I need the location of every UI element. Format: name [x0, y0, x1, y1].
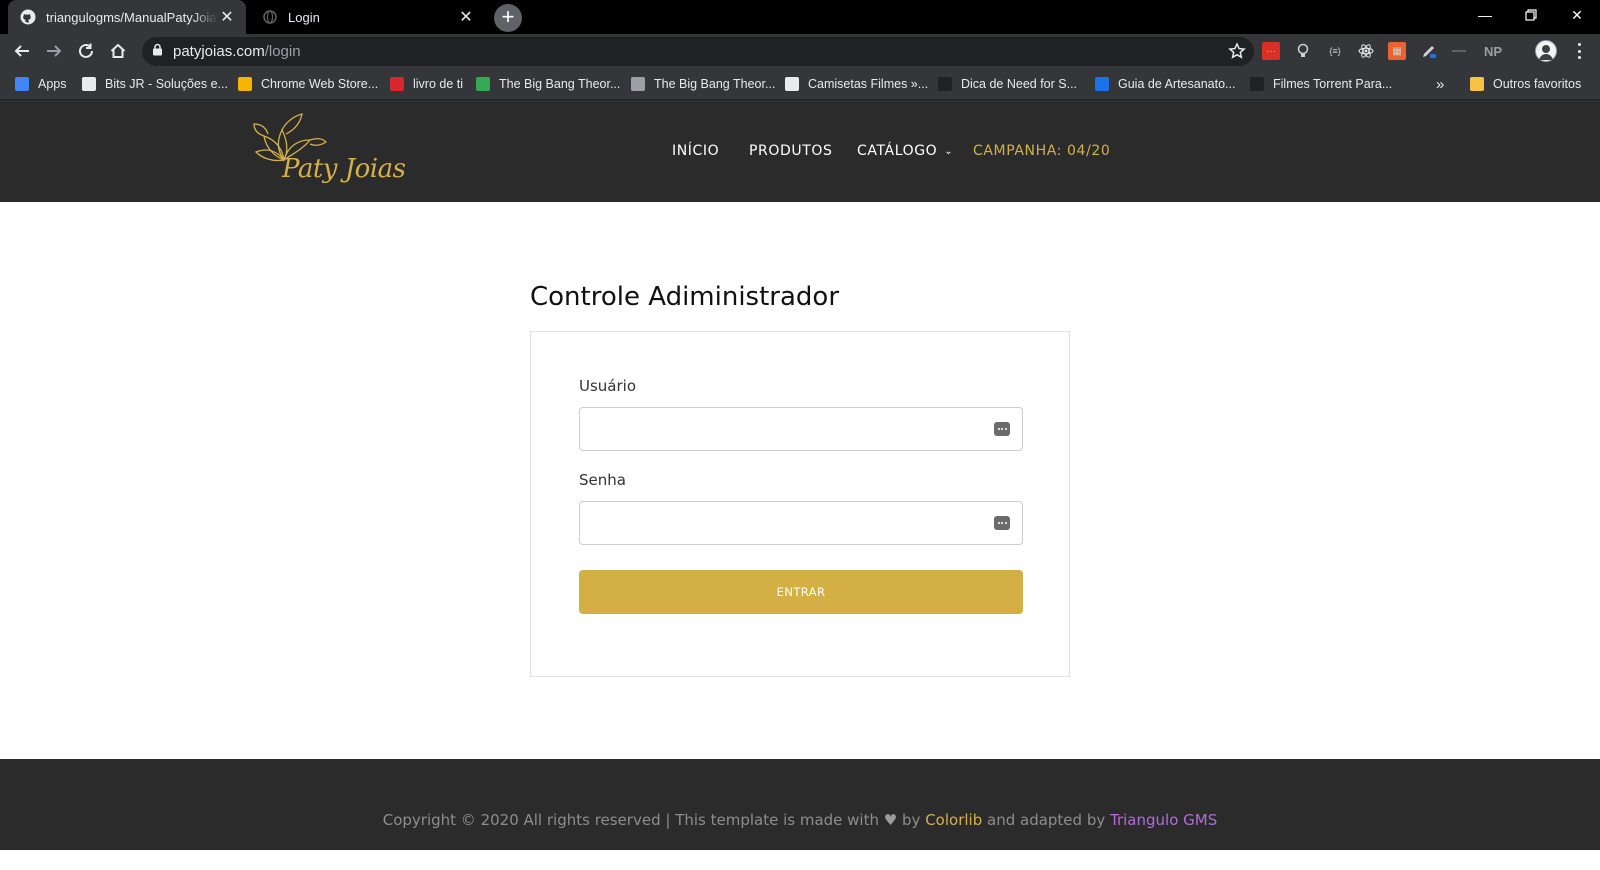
password-input[interactable]	[579, 501, 1023, 545]
site-header: Paty Joias INÍCIO PRODUTOS CATÁLOGO ⌄ CAM…	[0, 100, 1600, 202]
colorlib-link[interactable]: Colorlib	[925, 811, 982, 829]
back-icon[interactable]	[9, 38, 35, 64]
bookmark-label: Chrome Web Store...	[261, 77, 379, 91]
page-bottom	[0, 850, 1600, 870]
nav-catalogo-label: CATÁLOGO	[857, 143, 938, 159]
nav-inicio[interactable]: INÍCIO	[672, 143, 719, 159]
new-tab-button[interactable]: +	[494, 4, 522, 32]
extension-np-icon[interactable]: NP	[1480, 42, 1506, 60]
bookmark-label: Bits JR - Soluções e...	[105, 77, 228, 91]
bookmark-item[interactable]: Filmes Torrent Para...	[1250, 74, 1392, 94]
bookmark-item[interactable]: Chrome Web Store...	[238, 74, 378, 94]
apps-grid-icon	[15, 77, 29, 91]
copyright-text: Copyright © 2020 All rights reserved | T…	[382, 811, 879, 829]
bookmark-label: Dica de Need for S...	[961, 77, 1078, 91]
bookmark-item[interactable]: Dica de Need for S...	[938, 74, 1077, 94]
extension-pen-icon[interactable]	[1420, 42, 1438, 60]
url-host: patyjoias.com	[173, 43, 265, 60]
bookmarks-overflow-icon[interactable]: »	[1436, 74, 1444, 94]
other-bookmarks-folder[interactable]: Outros favoritos	[1470, 74, 1581, 94]
browser-tab-login[interactable]: Login ✕	[250, 0, 485, 34]
username-input[interactable]	[579, 407, 1023, 451]
profile-avatar[interactable]	[1535, 40, 1557, 62]
by-text: by	[902, 811, 921, 829]
chevron-down-icon: ⌄	[944, 146, 954, 157]
nav-catalogo[interactable]: CATÁLOGO ⌄	[857, 143, 953, 159]
chrome-store-icon	[238, 77, 252, 91]
restore-icon[interactable]	[1508, 0, 1554, 30]
nav-produtos[interactable]: PRODUTOS	[749, 143, 832, 159]
password-manager-icon[interactable]	[994, 516, 1010, 530]
triangulo-gms-link[interactable]: Triangulo GMS	[1110, 811, 1217, 829]
bookmark-item[interactable]: Guia de Artesanato...	[1095, 74, 1235, 94]
bookmark-label: Camisetas Filmes »...	[808, 77, 929, 91]
globe-icon	[785, 77, 799, 91]
bookmark-star-icon[interactable]	[1228, 42, 1246, 64]
bookmark-label: Apps	[38, 77, 67, 91]
lock-icon[interactable]	[152, 43, 163, 60]
address-bar[interactable]: patyjoias.com/login	[142, 37, 1254, 66]
username-label: Usuário	[579, 377, 637, 395]
github-icon	[20, 9, 36, 25]
bookmarks-bar: Apps Bits JR - Soluções e... Chrome Web St…	[0, 68, 1600, 100]
home-icon[interactable]	[105, 38, 131, 64]
extension-react-icon[interactable]	[1357, 42, 1375, 60]
bookmark-label: Guia de Artesanato...	[1118, 77, 1236, 91]
bookmark-item[interactable]: The Big Bang Theor...	[476, 74, 620, 94]
url-path: /login	[264, 43, 301, 60]
browser-menu-icon[interactable]	[1572, 41, 1586, 61]
bookmark-label: The Big Bang Theor...	[654, 77, 776, 91]
browser-tab-github[interactable]: triangulogms/ManualPatyJoias: M ✕	[8, 0, 246, 34]
clapper-icon	[631, 77, 645, 91]
extension-json-icon[interactable]: {≡}	[1326, 42, 1344, 60]
bookmark-label: Filmes Torrent Para...	[1273, 77, 1393, 91]
close-window-icon[interactable]: ✕	[1554, 0, 1600, 30]
page-title: Controle Adiministrador	[530, 282, 840, 312]
tab-title: Login	[288, 9, 320, 25]
extension-calendar-icon[interactable]: ▦	[1388, 42, 1406, 60]
globe-icon	[262, 9, 278, 25]
other-bookmarks-label: Outros favoritos	[1493, 77, 1582, 91]
s-icon	[1095, 77, 1109, 91]
extension-blank-icon[interactable]	[1450, 42, 1468, 60]
password-manager-icon[interactable]	[994, 422, 1010, 436]
extension-bulb-icon[interactable]	[1294, 42, 1312, 60]
minimize-icon[interactable]: —	[1462, 0, 1508, 30]
bookmark-label: livro de ti	[413, 77, 464, 91]
qv-icon	[938, 77, 952, 91]
bbt-icon	[476, 77, 490, 91]
nav-campanha[interactable]: CAMPANHA: 04/20	[973, 143, 1110, 159]
bookmark-item[interactable]: The Big Bang Theor...	[631, 74, 775, 94]
adapted-text: and adapted by	[987, 811, 1106, 829]
logo-text: Paty Joias	[282, 154, 406, 184]
mega-icon	[390, 77, 404, 91]
tab-title: triangulogms/ManualPatyJoias: M	[46, 9, 218, 25]
bookmark-item[interactable]: livro de ti	[390, 74, 463, 94]
close-tab-icon[interactable]: ✕	[457, 8, 475, 26]
film-icon	[1250, 77, 1264, 91]
footer-copyright: Copyright © 2020 All rights reserved | T…	[0, 811, 1600, 829]
bookmark-label: The Big Bang Theor...	[499, 77, 621, 91]
browser-toolbar: patyjoias.com/login ··· {≡} ▦ NP	[0, 34, 1600, 68]
heart-icon: ♥	[883, 811, 898, 829]
reload-icon[interactable]	[73, 38, 99, 64]
site-logo[interactable]: Paty Joias	[252, 108, 406, 190]
globe-icon	[82, 77, 96, 91]
login-submit-button[interactable]: ENTRAR	[579, 570, 1023, 614]
browser-tab-strip: triangulogms/ManualPatyJoias: M ✕ Login …	[0, 0, 1600, 34]
site-footer: Copyright © 2020 All rights reserved | T…	[0, 759, 1600, 850]
forward-icon[interactable]	[41, 38, 67, 64]
folder-icon	[1470, 77, 1484, 91]
extension-lastpass-icon[interactable]: ···	[1262, 42, 1280, 60]
login-card: Usuário Senha ENTRAR	[530, 331, 1070, 677]
bookmark-item[interactable]: Bits JR - Soluções e...	[82, 74, 228, 94]
bookmark-item[interactable]: Camisetas Filmes »...	[785, 74, 928, 94]
password-label: Senha	[579, 471, 626, 489]
bookmark-item[interactable]: Apps	[15, 74, 67, 94]
close-tab-icon[interactable]: ✕	[218, 8, 236, 26]
